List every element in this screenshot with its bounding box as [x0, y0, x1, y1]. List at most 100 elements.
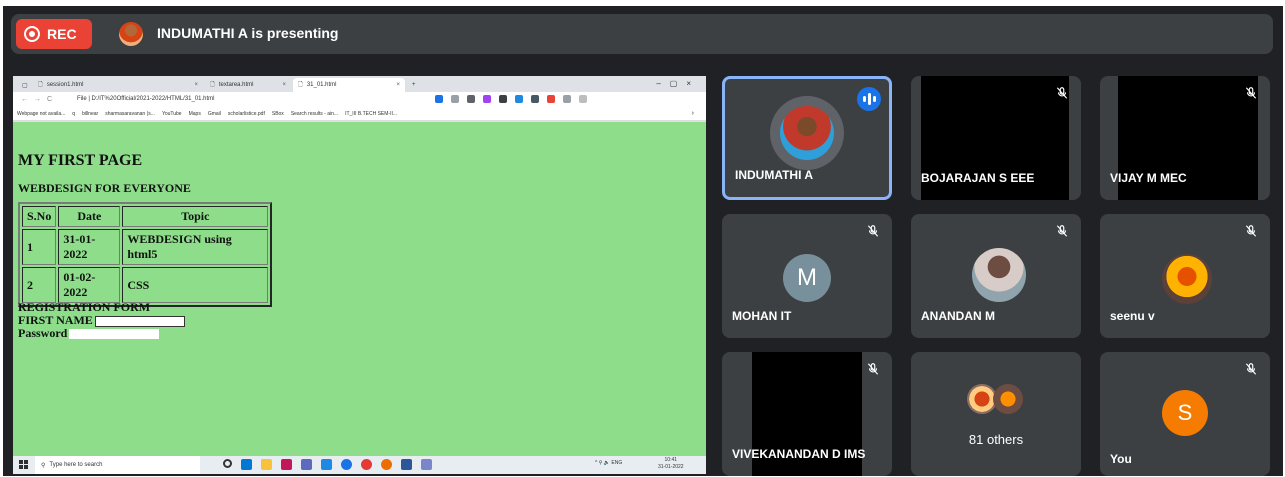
participant-tile-seenu[interactable]: seenu v: [1100, 214, 1270, 338]
teams-icon[interactable]: [301, 459, 312, 470]
participant-tile-you[interactable]: S You: [1100, 352, 1270, 476]
participant-avatar: [972, 248, 1026, 302]
first-name-input[interactable]: [95, 316, 185, 327]
page-icon: 🗋: [38, 82, 43, 88]
cortana-icon[interactable]: [223, 459, 232, 468]
tab-title: session1.html: [46, 82, 84, 88]
tab-title: 31_01.html: [306, 82, 337, 88]
mic-off-icon: [867, 225, 879, 237]
edge-icon[interactable]: [241, 459, 252, 470]
participant-name: seenu v: [1110, 309, 1155, 323]
participant-name: VIVEKANANDAN D IMS: [732, 447, 866, 461]
browser-tabstrip: ▢ 🗋 session1.html × 🗋 textarea.html × 🗋 …: [13, 76, 706, 92]
table-cell: CSS: [122, 267, 269, 303]
browser-tab[interactable]: 🗋 textarea.html ×: [205, 78, 291, 92]
page-icon: 🗋: [298, 82, 303, 88]
table-row: 1 31-01-2022 WEBDESIGN using html5: [22, 229, 269, 265]
todo-icon[interactable]: [321, 459, 332, 470]
word-icon[interactable]: [401, 459, 412, 470]
close-icon[interactable]: ×: [282, 82, 286, 88]
participant-tile-others[interactable]: 81 others: [911, 352, 1081, 476]
page-icon: 🗋: [210, 82, 215, 88]
participant-tile-mohan[interactable]: M MOHAN IT: [722, 214, 892, 338]
participant-avatar: [1162, 254, 1212, 304]
column-header: Topic: [122, 206, 269, 227]
extension-icon[interactable]: [515, 95, 523, 103]
taskbar-clock[interactable]: 10:41 31-01-2022: [658, 457, 684, 471]
bookmark-item[interactable]: IT_III B.TECH SEM-II...: [345, 111, 397, 117]
file-explorer-icon[interactable]: [261, 459, 272, 470]
url-field[interactable]: File | D:/IT%20Official/2021-2022/HTML/3…: [77, 96, 215, 102]
participant-name: You: [1110, 452, 1132, 466]
bookmark-item[interactable]: Webpage not availa...: [17, 111, 65, 117]
extensions-bar[interactable]: [435, 95, 587, 103]
new-tab-button[interactable]: +: [407, 78, 421, 92]
participant-tile-bojarajan[interactable]: BOJARAJAN S EEE: [911, 76, 1081, 200]
extension-icon[interactable]: [499, 95, 507, 103]
extension-icon[interactable]: [547, 95, 555, 103]
windows-taskbar: ⚲ Type here to search ^ ⚲ 🔈 ENG 10:41 31…: [13, 456, 706, 474]
page-heading: MY FIRST PAGE: [18, 152, 143, 169]
close-icon[interactable]: ×: [194, 82, 198, 88]
bookmark-item[interactable]: sharmasaravanan (s...: [105, 111, 155, 117]
system-tray[interactable]: ^ ⚲ 🔈 ENG: [595, 460, 622, 466]
tab-window-menu[interactable]: ▢: [17, 78, 33, 92]
clock-date: 31-01-2022: [658, 464, 684, 470]
windows-start-icon[interactable]: [19, 460, 28, 469]
extension-icon[interactable]: [467, 95, 475, 103]
browser-tab-active[interactable]: 🗋 31_01.html ×: [293, 78, 405, 92]
window-controls[interactable]: –▢×: [656, 79, 700, 88]
topics-table: S.No Date Topic 1 31-01-2022 WEBDESIGN u…: [18, 202, 273, 307]
chevron-right-icon[interactable]: ›: [692, 110, 694, 117]
browser-tab[interactable]: 🗋 session1.html ×: [33, 78, 203, 92]
bookmark-item[interactable]: Search results - ain...: [291, 111, 338, 117]
bookmark-item[interactable]: billnear: [82, 111, 98, 117]
webpage-content: MY FIRST PAGE WEBDESIGN FOR EVERYONE S.N…: [13, 122, 706, 456]
participant-tile-vivekanandan[interactable]: VIVEKANANDAN D IMS: [722, 352, 892, 476]
taskbar-search[interactable]: ⚲ Type here to search: [35, 456, 200, 474]
presentation-banner: REC INDUMATHI A is presenting: [11, 14, 1273, 54]
extension-icon[interactable]: [451, 95, 459, 103]
bookmarks-bar: Webpage not availa... q billnear sharmas…: [13, 108, 706, 121]
bookmark-item[interactable]: scholarlistice.pdf: [228, 111, 265, 117]
column-header: Date: [58, 206, 121, 227]
search-placeholder: Type here to search: [49, 462, 103, 468]
close-icon[interactable]: ×: [396, 82, 400, 88]
address-bar: ←→C File | D:/IT%20Official/2021-2022/HT…: [13, 92, 706, 108]
table-cell: WEBDESIGN using html5: [122, 229, 269, 265]
others-count: 81 others: [968, 432, 1024, 447]
record-icon: [24, 26, 40, 42]
extension-icon[interactable]: [531, 95, 539, 103]
bookmark-item[interactable]: Maps: [189, 111, 201, 117]
mic-off-icon: [1245, 87, 1257, 99]
meet-window: REC INDUMATHI A is presenting ▢ 🗋 sessio…: [3, 6, 1283, 476]
participant-tile-vijay[interactable]: VIJAY M MEC: [1100, 76, 1270, 200]
participant-avatar: S: [1162, 390, 1208, 436]
mic-off-icon: [1245, 363, 1257, 375]
participant-name: VIJAY M MEC: [1110, 171, 1187, 185]
profile-icon[interactable]: [579, 95, 587, 103]
participant-name: MOHAN IT: [732, 309, 792, 323]
mic-off-icon: [1056, 225, 1068, 237]
table-cell: 01-02-2022: [58, 267, 121, 303]
app-icon[interactable]: [281, 459, 292, 470]
app-icon[interactable]: [421, 459, 432, 470]
password-input[interactable]: [69, 329, 159, 339]
bookmark-item[interactable]: q: [72, 111, 75, 117]
bookmark-item[interactable]: YouTube: [162, 111, 182, 117]
extension-icon[interactable]: [435, 95, 443, 103]
bookmark-item[interactable]: SBox: [272, 111, 284, 117]
opera-icon[interactable]: [361, 459, 372, 470]
extension-icon[interactable]: [483, 95, 491, 103]
table-cell: 31-01-2022: [58, 229, 121, 265]
bookmark-item[interactable]: Gmail: [208, 111, 221, 117]
recording-indicator[interactable]: REC: [16, 19, 92, 49]
participant-tile-anandan[interactable]: ANANDAN M: [911, 214, 1081, 338]
page-subheading: WEBDESIGN FOR EVERYONE: [18, 181, 191, 195]
chrome-icon[interactable]: [341, 459, 352, 470]
rec-label: REC: [47, 26, 77, 42]
extension-icon[interactable]: [563, 95, 571, 103]
participant-tile-indumathi[interactable]: INDUMATHI A: [722, 76, 892, 200]
nav-buttons[interactable]: ←→C: [21, 96, 58, 103]
chrome-profile-icon[interactable]: [381, 459, 392, 470]
